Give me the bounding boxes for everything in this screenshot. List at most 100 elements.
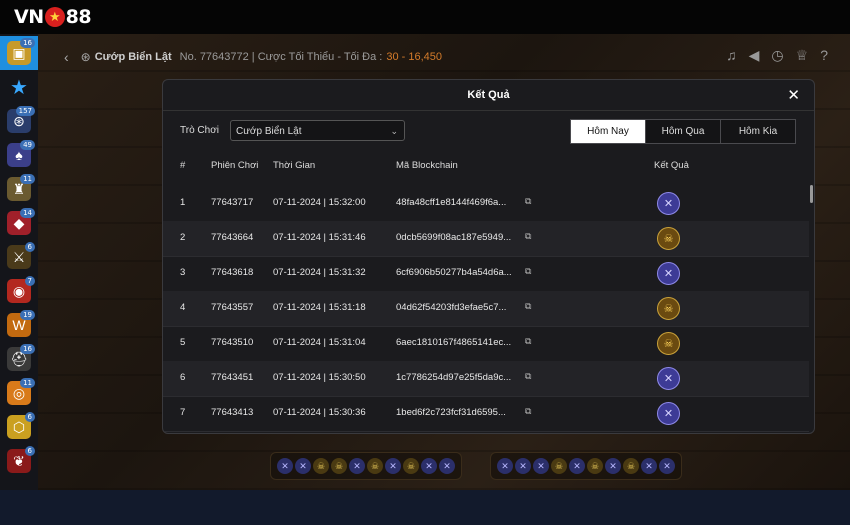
row-blockchain-hash[interactable]: 1bed6f2c723fcf31d6595... (396, 407, 506, 418)
row-blockchain-hash[interactable]: 48fa48cff1e8144f469f6a... (396, 197, 506, 208)
sidebar-item-3[interactable]: ⊛ 157 (0, 104, 38, 138)
history-icon[interactable]: ◷ (771, 47, 783, 64)
help-icon[interactable]: ? (820, 47, 828, 64)
sidebar-item-8[interactable]: ◉ 7 (0, 274, 38, 308)
sidebar-item-2[interactable]: ★ (0, 70, 38, 104)
sidebar-item-10[interactable]: ⛑ 16 (0, 342, 38, 376)
row-index: 6 (180, 372, 186, 383)
bet-range: 30 - 16,450 (386, 51, 443, 63)
sidebar-badge: 11 (20, 378, 35, 388)
row-time: 07-11-2024 | 15:31:04 (273, 337, 366, 348)
row-blockchain-hash[interactable]: 0dcb5699f08ac187e5949... (396, 232, 511, 243)
swords-icon: ✕ (277, 458, 293, 474)
sidebar-badge: 49 (20, 140, 35, 150)
table-row[interactable]: 5 77643510 07-11-2024 | 15:31:04 6aec181016… (163, 326, 809, 362)
tab-3[interactable]: Hôm Kia (720, 119, 796, 144)
table-row[interactable]: 4 77643557 07-11-2024 | 15:31:18 04d62f5420… (163, 291, 809, 327)
external-link-icon[interactable]: ⧉ (525, 231, 531, 242)
logo-text-right: 88 (65, 6, 92, 28)
skull-icon: ☠ (403, 458, 419, 474)
star-icon: ★ (10, 76, 28, 99)
row-blockchain-hash[interactable]: 6aec1810167f4865141ec... (396, 337, 511, 348)
skull-icon: ☠ (313, 458, 329, 474)
table-row[interactable]: 7 77643413 07-11-2024 | 15:30:36 1bed6f2c72… (163, 396, 809, 432)
swords-icon: ✕ (439, 458, 455, 474)
swords-icon: ✕ (295, 458, 311, 474)
external-link-icon[interactable]: ⧉ (525, 406, 531, 417)
sidebar-item-9[interactable]: W 19 (0, 308, 38, 342)
sidebar-item-11[interactable]: ◎ 11 (0, 376, 38, 410)
game-name: Cướp Biển Lật (94, 51, 172, 63)
external-link-icon[interactable]: ⧉ (525, 301, 531, 312)
table-row[interactable]: 1 77643717 07-11-2024 | 15:32:00 48fa48cff1… (163, 186, 809, 222)
sidebar-badge: 6 (24, 242, 35, 252)
skull-icon: ☠ (331, 458, 347, 474)
swords-icon: ✕ (497, 458, 513, 474)
sidebar-badge: 6 (24, 446, 35, 456)
swords-icon: ✕ (349, 458, 365, 474)
game-select-value: Cướp Biển Lật (236, 126, 302, 137)
vn88-logo[interactable]: VN ★ 88 (14, 6, 92, 28)
sound-icon[interactable]: ◀ (749, 47, 760, 64)
swords-icon: ✕ (569, 458, 585, 474)
close-icon[interactable]: ✕ (787, 86, 800, 104)
gamepad-icon: ⊛ (80, 50, 91, 64)
sidebar-item-1[interactable]: ▣ 16 (0, 36, 38, 70)
row-session: 77643664 (211, 232, 254, 243)
col-result: Kết Quả (654, 160, 689, 171)
music-icon[interactable]: ♫ (726, 47, 737, 64)
table-row[interactable]: 6 77643451 07-11-2024 | 15:30:50 1c7786254d… (163, 361, 809, 397)
sidebar-badge: 6 (24, 412, 35, 422)
swords-icon: ✕ (657, 367, 680, 390)
skull-icon: ☠ (587, 458, 603, 474)
sidebar-badge: 19 (20, 310, 35, 320)
row-session: 77643557 (211, 302, 254, 313)
star-icon: ★ (44, 7, 65, 27)
external-link-icon[interactable]: ⧉ (525, 371, 531, 382)
external-link-icon[interactable]: ⧉ (525, 336, 531, 347)
sidebar-item-5[interactable]: ♜ 11 (0, 172, 38, 206)
col-index: # (180, 160, 186, 171)
sidebar-item-7[interactable]: ⚔ 6 (0, 240, 38, 274)
results-modal: Kết Quả ✕ Trò Chơi Cướp Biển Lật ⌄ Hôm N… (162, 79, 815, 434)
table-row[interactable]: 3 77643618 07-11-2024 | 15:31:32 6cf6906b50… (163, 256, 809, 292)
row-index: 2 (180, 232, 186, 243)
scrollbar[interactable] (810, 185, 813, 203)
tab-2[interactable]: Hôm Qua (645, 119, 721, 144)
swords-icon: ✕ (515, 458, 531, 474)
sidebar-badge: 14 (20, 208, 35, 218)
top-bar: VN ★ 88 (0, 0, 850, 34)
tab-1[interactable]: Hôm Nay (570, 119, 646, 144)
row-blockchain-hash[interactable]: 1c7786254d97e25f5da9c... (396, 372, 511, 383)
sidebar-badge: 7 (24, 276, 35, 286)
row-time: 07-11-2024 | 15:31:18 (273, 302, 366, 313)
sidebar-item-12[interactable]: ⬡ 6 (0, 410, 38, 444)
row-blockchain-hash[interactable]: 04d62f54203fd3efae5c7... (396, 302, 506, 313)
skull-icon: ☠ (623, 458, 639, 474)
external-link-icon[interactable]: ⧉ (525, 266, 531, 277)
row-session: 77643510 (211, 337, 254, 348)
back-arrow-icon[interactable]: ‹ (64, 49, 69, 65)
bottom-bar (0, 490, 850, 525)
sidebar-item-4[interactable]: ♠ 49 (0, 138, 38, 172)
row-index: 7 (180, 407, 186, 418)
skull-icon: ☠ (367, 458, 383, 474)
skull-icon: ☠ (657, 332, 680, 355)
skull-icon: ☠ (657, 227, 680, 250)
swords-icon: ✕ (657, 192, 680, 215)
game-select[interactable]: Cướp Biển Lật ⌄ (230, 120, 405, 141)
sidebar-badge: 16 (20, 38, 35, 48)
skull-icon: ☠ (657, 297, 680, 320)
sidebar-item-6[interactable]: ◆ 14 (0, 206, 38, 240)
sidebar-badge: 16 (20, 344, 35, 354)
trophy-icon[interactable]: ♕ (796, 47, 809, 64)
history-tokens-right: ✕ ✕ ✕ ☠ ✕ ☠ ✕ ☠ ✕ ✕ (490, 452, 682, 480)
logo-text-left: VN (14, 6, 44, 28)
external-link-icon[interactable]: ⧉ (525, 196, 531, 207)
row-blockchain-hash[interactable]: 6cf6906b50277b4a54d6a... (396, 267, 512, 278)
modal-title: Kết Quả (163, 80, 814, 111)
sidebar-item-13[interactable]: ❦ 6 (0, 444, 38, 478)
row-index: 3 (180, 267, 186, 278)
table-row[interactable]: 2 77643664 07-11-2024 | 15:31:46 0dcb5699f0… (163, 221, 809, 257)
session-info: No. 77643772 | Cược Tối Thiểu - Tối Đa : (179, 51, 383, 63)
